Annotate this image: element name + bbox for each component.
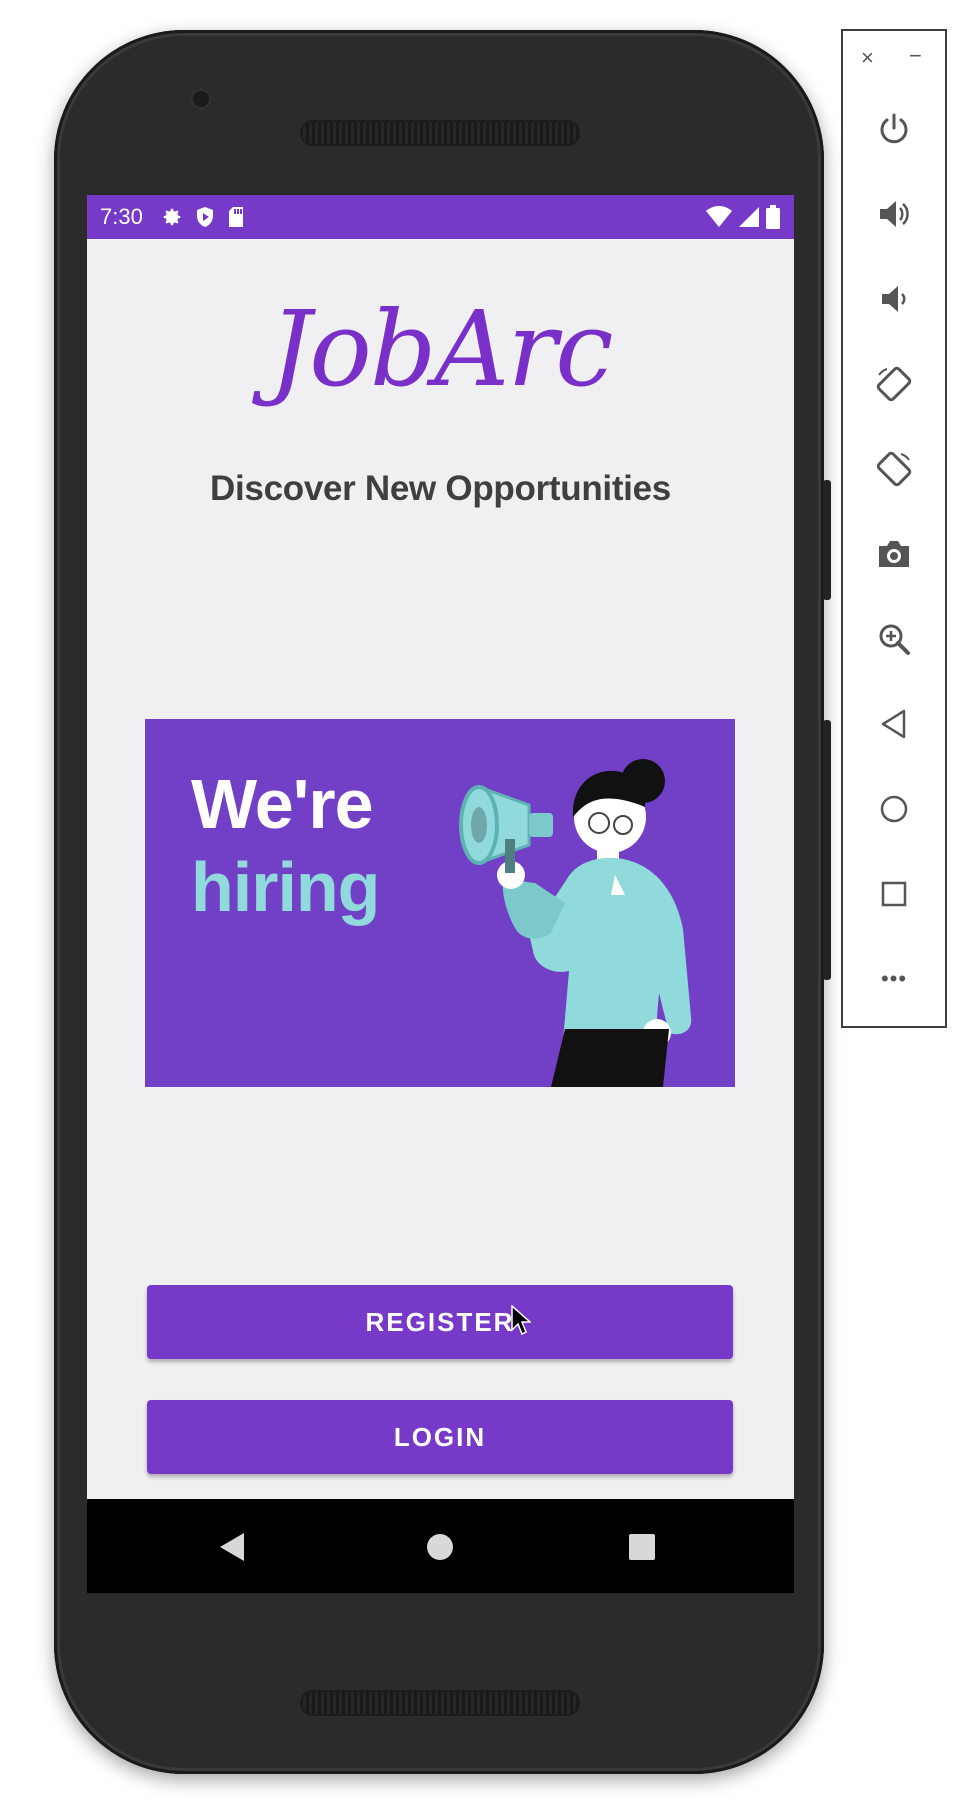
screenshot-button[interactable] bbox=[868, 528, 920, 580]
wifi-icon bbox=[706, 206, 732, 227]
rotate-left-button[interactable] bbox=[868, 358, 920, 410]
mouse-cursor-icon bbox=[511, 1305, 531, 1335]
back-icon bbox=[220, 1533, 244, 1561]
app-logo: JobArc bbox=[269, 288, 614, 410]
power-icon bbox=[880, 113, 908, 144]
toolbar-window-controls: × − bbox=[843, 43, 945, 75]
phone-power-button bbox=[823, 480, 831, 600]
more-icon: ••• bbox=[880, 966, 908, 991]
banner-heading-line1: We're bbox=[191, 765, 374, 843]
home-icon bbox=[427, 1534, 453, 1560]
earpiece-speaker bbox=[300, 120, 580, 146]
emulator-toolbar: × − ••• bbox=[841, 29, 947, 1028]
rotate-left-icon bbox=[876, 366, 912, 402]
more-button[interactable]: ••• bbox=[868, 953, 920, 1005]
nav-recents-button[interactable] bbox=[622, 1527, 662, 1567]
nav-home-button[interactable] bbox=[420, 1527, 460, 1567]
bottom-speaker bbox=[300, 1690, 580, 1716]
rotate-right-icon bbox=[876, 451, 912, 487]
gear-icon bbox=[163, 208, 181, 226]
megaphone-woman-illustration bbox=[459, 759, 692, 1087]
login-button[interactable]: LOGIN bbox=[147, 1400, 733, 1474]
overview-icon bbox=[881, 881, 907, 907]
back-icon bbox=[881, 709, 906, 739]
minimize-button[interactable]: − bbox=[909, 43, 922, 69]
zoom-button[interactable] bbox=[868, 613, 920, 665]
sd-card-icon bbox=[228, 207, 243, 227]
zoom-icon bbox=[879, 624, 910, 655]
navigation-bar bbox=[87, 1499, 794, 1593]
status-time: 7:30 bbox=[100, 204, 143, 229]
register-button[interactable]: REGISTER bbox=[147, 1285, 733, 1359]
shield-icon bbox=[196, 207, 213, 227]
power-button[interactable] bbox=[868, 103, 920, 155]
toolbar-home-button[interactable] bbox=[868, 783, 920, 835]
volume-down-button[interactable] bbox=[868, 273, 920, 325]
toolbar-overview-button[interactable] bbox=[868, 868, 920, 920]
volume-up-button[interactable] bbox=[868, 188, 920, 240]
status-bar: 7:30 bbox=[87, 195, 794, 239]
status-icons-left bbox=[161, 206, 245, 228]
camera-icon bbox=[879, 541, 909, 567]
rotate-right-button[interactable] bbox=[868, 443, 920, 495]
toolbar-back-button[interactable] bbox=[868, 698, 920, 750]
signal-icon bbox=[739, 207, 759, 227]
close-button[interactable]: × bbox=[861, 45, 874, 71]
hiring-banner: We're hiring bbox=[145, 719, 735, 1087]
phone-volume-rocker bbox=[823, 720, 831, 980]
app-tagline: Discover New Opportunities bbox=[210, 469, 671, 508]
status-icons-right bbox=[706, 205, 780, 229]
nav-back-button[interactable] bbox=[212, 1527, 252, 1567]
volume-down-icon bbox=[882, 286, 906, 312]
recents-icon bbox=[629, 1534, 655, 1560]
front-camera bbox=[190, 88, 212, 110]
banner-heading-line2: hiring bbox=[191, 848, 380, 926]
phone-screen: 7:30 JobArc Discover New Opportunities W… bbox=[87, 195, 794, 1593]
battery-icon bbox=[766, 205, 780, 229]
home-icon bbox=[880, 795, 908, 823]
volume-up-icon bbox=[880, 201, 909, 227]
